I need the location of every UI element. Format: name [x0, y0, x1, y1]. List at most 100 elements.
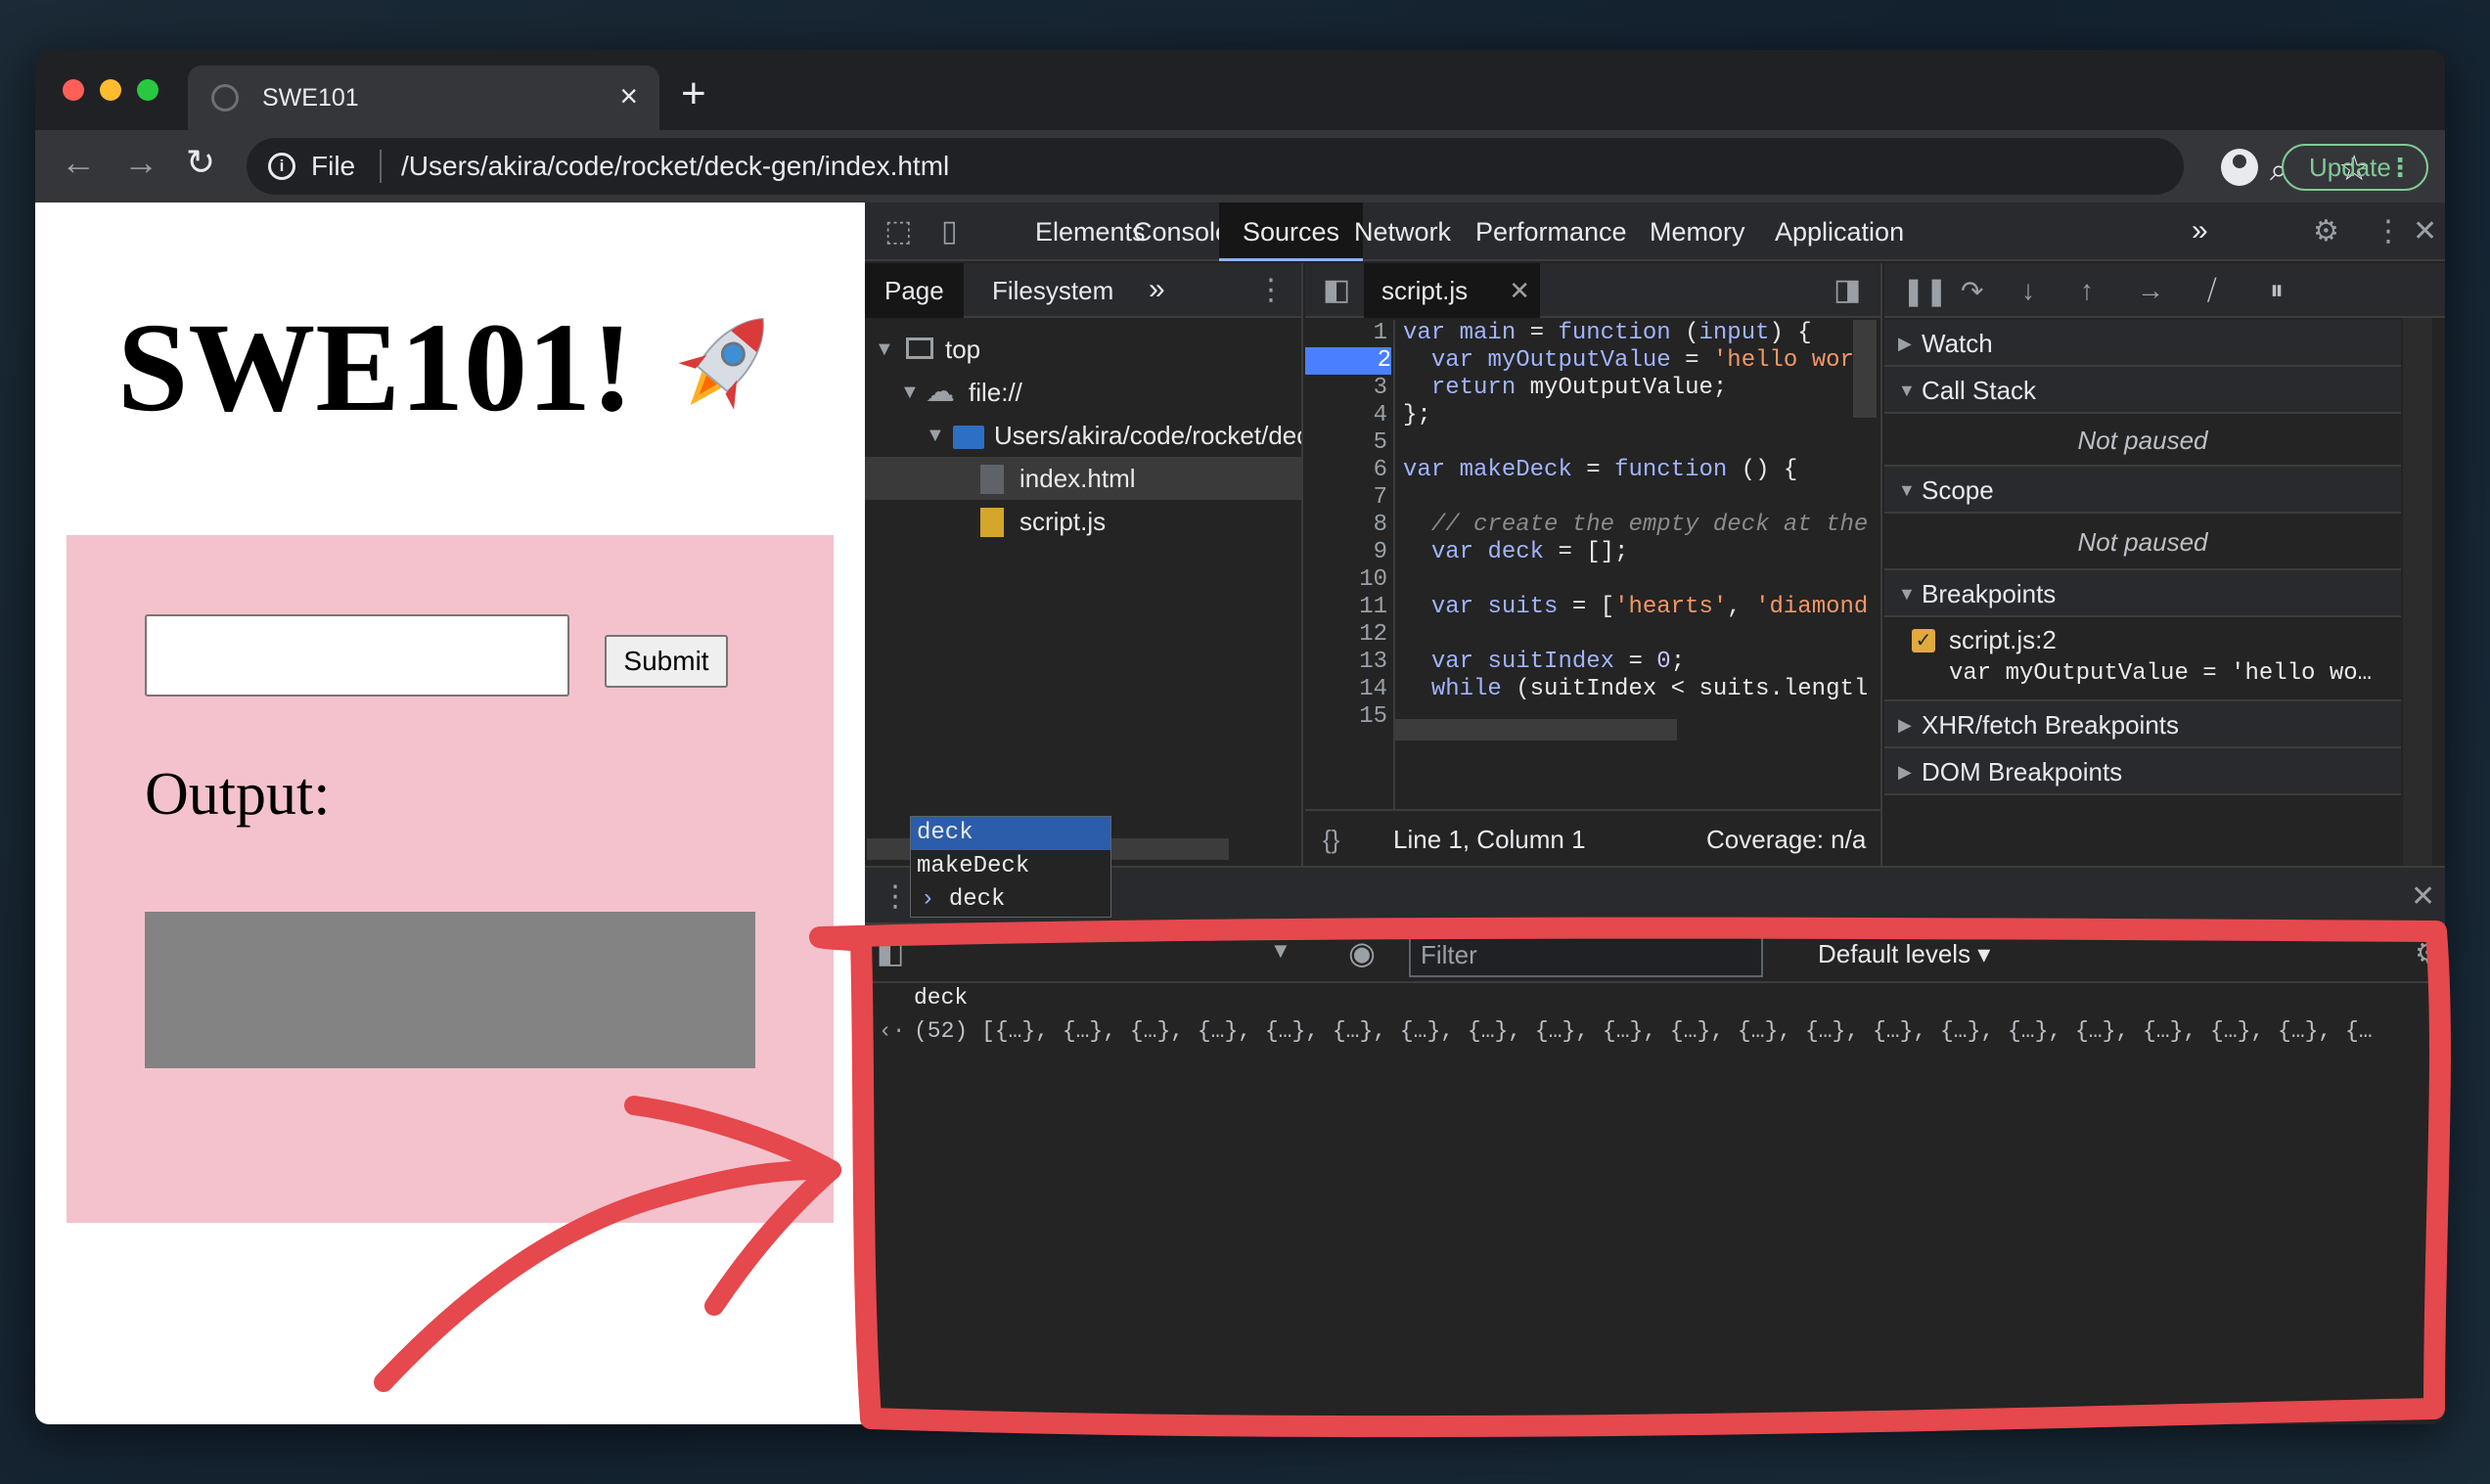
close-window-button[interactable]	[63, 79, 84, 101]
debugger-scrollbar[interactable]	[2403, 318, 2432, 866]
expanded-triangle-icon: ▼	[1898, 480, 1916, 500]
scope-status: Not paused	[1884, 514, 2401, 570]
tree-item-top[interactable]: ▼ top	[865, 328, 1301, 371]
section-dom-breakpoints[interactable]: ▶ DOM Breakpoints	[1884, 748, 2401, 795]
text-input[interactable]	[145, 614, 569, 697]
editor-hscrollbar[interactable]	[1393, 719, 1677, 741]
breakpoint-line-number[interactable]: 2	[1305, 347, 1391, 375]
submit-button[interactable]: Submit	[605, 635, 728, 688]
profile-avatar-icon[interactable]	[2221, 149, 2258, 186]
devtools-tab-bar: ⬚ ▯ Elements Console Sources Network Per…	[865, 202, 2445, 261]
maximize-window-button[interactable]	[137, 79, 158, 101]
code-line: 5	[1305, 429, 1880, 457]
close-drawer-icon[interactable]: ✕	[2411, 879, 2435, 914]
subtab-page[interactable]: Page	[865, 263, 964, 318]
console-input-line[interactable]: deck	[914, 985, 968, 1011]
inspect-element-icon[interactable]: ⬚	[884, 214, 912, 248]
tree-item-file-origin[interactable]: ▼ ☁ file://	[865, 371, 1301, 414]
line-number[interactable]: 6	[1305, 457, 1387, 484]
line-number[interactable]: 10	[1305, 566, 1387, 594]
editor-status-bar: {} Line 1, Column 1 Coverage: n/a	[1305, 809, 1880, 866]
line-number[interactable]: 4	[1305, 402, 1387, 429]
console-sidebar-icon[interactable]: ◧	[877, 936, 904, 970]
breakpoint-checkbox[interactable]: ✓	[1912, 629, 1935, 652]
prompt-chevron-icon: ›	[921, 886, 949, 913]
section-scope[interactable]: ▼ Scope	[1884, 467, 2401, 514]
device-toolbar-icon[interactable]: ▯	[941, 214, 958, 248]
pretty-print-icon[interactable]: {}	[1323, 811, 1339, 868]
tree-item-folder[interactable]: ▼ Users/akira/code/rocket/deck-gen	[865, 414, 1301, 457]
url-text[interactable]: /Users/akira/code/rocket/deck-gen/index.…	[401, 151, 949, 182]
close-tab-icon[interactable]: ×	[619, 78, 638, 114]
debugger-toolbar: ❚❚ ↷ ↓ ↑ → ⧸ ⏸	[1884, 263, 2445, 318]
line-number[interactable]: 7	[1305, 484, 1387, 512]
toggle-debugger-icon[interactable]: ◨	[1834, 273, 1861, 307]
step-over-icon[interactable]: ↷	[1961, 275, 1983, 307]
new-tab-button[interactable]: +	[681, 69, 706, 118]
close-devtools-icon[interactable]: ✕	[2413, 214, 2437, 248]
line-number[interactable]: 13	[1305, 649, 1387, 676]
line-number[interactable]: 9	[1305, 539, 1387, 566]
code-lines[interactable]: 1 var main = function (input) { 2 var myO…	[1305, 320, 1880, 809]
step-into-icon[interactable]: ↓	[2021, 275, 2035, 306]
line-number[interactable]: 15	[1305, 703, 1387, 731]
close-file-tab-icon[interactable]: ✕	[1509, 263, 1530, 318]
section-xhr-breakpoints[interactable]: ▶ XHR/fetch Breakpoints	[1884, 701, 2401, 748]
code-line: 1 var main = function (input) {	[1305, 320, 1880, 347]
settings-gear-icon[interactable]: ⚙	[2313, 214, 2339, 248]
step-out-icon[interactable]: ↑	[2080, 275, 2094, 306]
tree-item-script-js[interactable]: script.js	[865, 500, 1301, 543]
section-watch[interactable]: ▶ Watch	[1884, 320, 2401, 367]
more-subtabs-chevron-icon[interactable]: »	[1149, 273, 1165, 306]
back-arrow-icon[interactable]: ←	[61, 142, 96, 183]
expanded-triangle-icon: ▼	[1898, 584, 1916, 604]
autocomplete-item[interactable]: makeDeck	[911, 850, 1110, 883]
autocomplete-item[interactable]: deck	[911, 817, 1110, 850]
subtab-filesystem[interactable]: Filesystem	[973, 263, 1133, 318]
tab-application[interactable]: Application	[1751, 202, 1927, 261]
pause-on-exceptions-icon[interactable]: ⏸	[2270, 275, 2284, 307]
update-button[interactable]: Update ⋮	[2282, 144, 2428, 191]
editor-vscrollbar[interactable]	[1853, 320, 1877, 418]
section-breakpoints[interactable]: ▼ Breakpoints	[1884, 570, 2401, 617]
deactivate-breakpoints-icon[interactable]: ⧸	[2207, 275, 2217, 307]
browser-tab[interactable]: SWE101 ×	[188, 66, 659, 130]
console-filter-input[interactable]: Filter	[1409, 932, 1763, 977]
navigator-menu-icon[interactable]: ⋮	[1256, 273, 1286, 307]
line-number[interactable]: 14	[1305, 676, 1387, 703]
tree-label: file://	[969, 378, 1022, 407]
tree-item-index-html[interactable]: index.html	[865, 457, 1301, 500]
step-icon[interactable]: →	[2137, 275, 2164, 306]
section-call-stack[interactable]: ▼ Call Stack	[1884, 367, 2401, 414]
line-number[interactable]: 12	[1305, 621, 1387, 649]
console-settings-gear-icon[interactable]: ⚙	[2415, 936, 2441, 970]
log-levels-dropdown[interactable]: Default levels ▾	[1818, 924, 1990, 983]
more-tabs-chevron-icon[interactable]: »	[2192, 214, 2208, 247]
line-number[interactable]: 5	[1305, 429, 1387, 457]
console-result[interactable]: (52) [{…}, {…}, {…}, {…}, {…}, {…}, {…},…	[914, 1018, 2411, 1044]
drawer-menu-icon[interactable]: ⋮	[881, 879, 910, 914]
address-bar[interactable]: i File /Users/akira/code/rocket/deck-gen…	[247, 138, 2370, 195]
tab-strip: SWE101 × +	[35, 50, 2445, 130]
console-output[interactable]: deck ‹· (52) [{…}, {…}, {…}, {…}, {…}, {…	[865, 983, 2445, 1424]
toggle-navigator-icon[interactable]: ◧	[1323, 273, 1350, 307]
more-options-icon[interactable]: ⋮	[2374, 214, 2403, 248]
pause-icon[interactable]: ❚❚	[1902, 275, 1948, 307]
breakpoint-item[interactable]: ✓ script.js:2 var myOutputValue = 'hello…	[1884, 617, 2401, 701]
tab-memory[interactable]: Memory	[1626, 202, 1769, 261]
code-line: 9 var deck = [];	[1305, 539, 1880, 566]
live-expression-eye-icon[interactable]: ◉	[1348, 934, 1376, 971]
file-tab-script-js[interactable]: script.js ✕	[1364, 263, 1540, 318]
forward-arrow-icon[interactable]: →	[123, 142, 158, 183]
line-number[interactable]: 8	[1305, 512, 1387, 539]
line-number[interactable]: 11	[1305, 594, 1387, 621]
minimize-window-button[interactable]	[100, 79, 121, 101]
info-icon[interactable]: i	[268, 153, 295, 180]
context-dropdown-icon[interactable]: ▼	[1270, 938, 1291, 964]
tab-performance[interactable]: Performance	[1452, 202, 1651, 261]
reload-icon[interactable]: ↻	[186, 142, 215, 183]
line-number[interactable]: 1	[1305, 320, 1387, 347]
expand-caret-icon: ▼	[926, 425, 945, 446]
autocomplete-item[interactable]: › deck	[911, 883, 1110, 917]
line-number[interactable]: 3	[1305, 375, 1387, 402]
